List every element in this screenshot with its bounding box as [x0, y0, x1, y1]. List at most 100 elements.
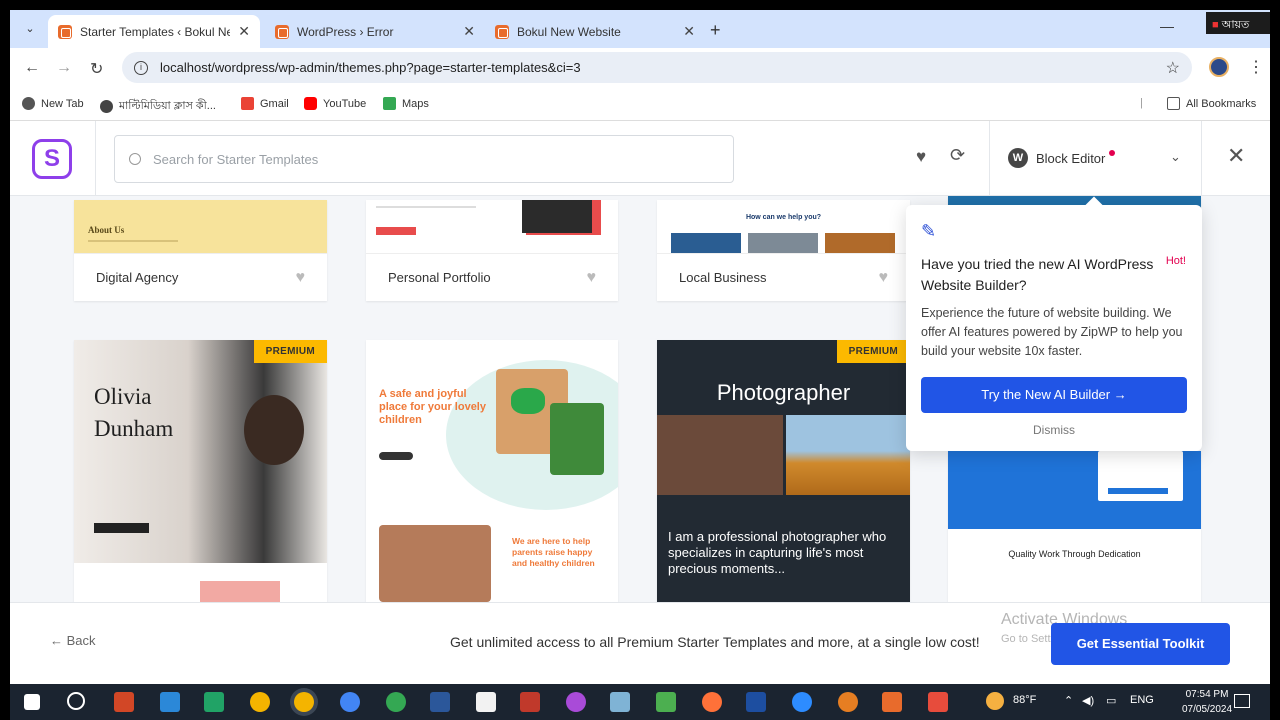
clock-time: 07:54 PM: [1185, 689, 1229, 700]
firefox-icon[interactable]: [702, 692, 722, 712]
notifications-icon[interactable]: [1234, 694, 1250, 708]
favorite-heart-icon[interactable]: ♥: [587, 269, 597, 287]
new-tab-button[interactable]: +: [710, 20, 721, 41]
channel-logo: ■ আয়ত: [1206, 12, 1270, 34]
paint-icon[interactable]: [566, 692, 586, 712]
bookmark-star-icon[interactable]: ☆: [1166, 58, 1180, 78]
template-name: Local Business: [679, 270, 767, 285]
globe-icon: [100, 100, 113, 113]
reload-icon[interactable]: ↻: [90, 59, 103, 79]
chrome-icon[interactable]: [250, 692, 270, 712]
template-card-quality-work[interactable]: Quality Work Through Dedication: [948, 451, 1201, 602]
word-icon[interactable]: [430, 692, 450, 712]
search-icon: [129, 153, 141, 165]
windows-start-icon[interactable]: [24, 694, 40, 710]
favorite-heart-icon[interactable]: ♥: [879, 269, 889, 287]
store-icon[interactable]: [160, 692, 180, 712]
card-footer: Digital Agency ♥: [74, 253, 327, 301]
template-card-kids[interactable]: A safe and joyful place for your lovely …: [366, 340, 618, 602]
maps-icon: [383, 97, 396, 110]
volume-icon[interactable]: ◀): [1082, 694, 1094, 707]
wordpress-favicon-icon: [58, 24, 72, 39]
all-bookmarks[interactable]: All Bookmarks: [1167, 97, 1256, 110]
xampp-icon[interactable]: [882, 692, 902, 712]
premium-badge: PREMIUM: [253, 340, 327, 363]
template-search-box[interactable]: [114, 135, 734, 183]
tab-wordpress-error[interactable]: WordPress › Error ✕: [265, 15, 485, 48]
card-footer: Personal Portfolio ♥: [366, 253, 618, 301]
thumb-heading: How can we help you?: [745, 214, 822, 221]
template-card-photographer[interactable]: Photographer I am a professional photogr…: [657, 340, 910, 602]
close-tab-icon[interactable]: ✕: [463, 23, 475, 40]
app-icon[interactable]: [838, 692, 858, 712]
get-essential-toolkit-button[interactable]: Get Essential Toolkit: [1051, 623, 1230, 665]
editor-icon[interactable]: [656, 692, 676, 712]
youtube-icon: [304, 97, 317, 110]
bookmark-maps[interactable]: Maps: [383, 97, 429, 110]
photo-child-camera: [379, 525, 491, 602]
dismiss-link[interactable]: Dismiss: [921, 423, 1187, 437]
photo-desert: [786, 415, 910, 495]
favorites-heart-icon[interactable]: ♥: [916, 147, 926, 167]
weather-icon[interactable]: [986, 692, 1004, 710]
tab-title: WordPress › Error: [297, 24, 394, 39]
tab-starter-templates[interactable]: Starter Templates ‹ Bokul New W ✕: [48, 15, 260, 48]
back-arrow-icon[interactable]: ←: [24, 59, 40, 77]
tab-strip: ⌄ Starter Templates ‹ Bokul New W ✕ Word…: [10, 10, 1270, 48]
notepad-icon[interactable]: [476, 692, 496, 712]
template-card-personal-portfolio[interactable]: Personal Portfolio ♥: [366, 200, 618, 301]
template-card-digital-agency[interactable]: About Us Digital Agency ♥: [74, 200, 327, 301]
bookmark-gmail[interactable]: Gmail: [241, 97, 289, 110]
template-card-local-business[interactable]: How can we help you? Local Business ♥: [657, 200, 910, 301]
dev-icon[interactable]: [746, 692, 766, 712]
minimize-button[interactable]: —: [1160, 18, 1174, 34]
system-clock[interactable]: 07:54 PM 07/05/2024: [1182, 687, 1232, 717]
camtasia-icon[interactable]: [204, 692, 224, 712]
starter-templates-logo: S: [32, 139, 72, 179]
chrome-profile-2-icon[interactable]: [386, 692, 406, 712]
powerpoint-icon[interactable]: [114, 692, 134, 712]
page-builder-selector[interactable]: W Block Editor: [1008, 148, 1116, 168]
close-tab-icon[interactable]: ✕: [238, 23, 250, 40]
back-button[interactable]: ← Back: [50, 633, 96, 648]
chrome-active-icon[interactable]: [294, 692, 314, 712]
tab-search-button[interactable]: ⌄: [18, 18, 42, 40]
input-language[interactable]: ENG: [1130, 694, 1154, 706]
sync-icon[interactable]: ⟳: [950, 145, 965, 166]
template-thumbnail: About Us: [74, 200, 327, 253]
close-icon[interactable]: ✕: [1227, 143, 1245, 169]
forward-arrow-icon[interactable]: →: [56, 59, 72, 77]
bookmark-multimedia[interactable]: মাল্টিমিডিয়া ক্লাস কী...: [100, 97, 216, 116]
network-icon[interactable]: ▭: [1106, 694, 1116, 707]
template-card-wedding[interactable]: Olivia Dunham PREMIUM: [74, 340, 327, 602]
hot-label: Hot!: [1165, 255, 1186, 267]
bookmarks-bar: New Tab মাল্টিমিডিয়া ক্লাস কী... Gmail …: [10, 88, 1270, 121]
template-thumbnail: How can we help you?: [657, 200, 910, 253]
bookmark-youtube[interactable]: YouTube: [304, 97, 366, 110]
thumb-heading: About Us: [88, 225, 125, 235]
premium-badge: PREMIUM: [836, 340, 910, 363]
chevron-down-icon[interactable]: ⌄: [1170, 149, 1181, 165]
address-bar[interactable]: i localhost/wordpress/wp-admin/themes.ph…: [122, 52, 1192, 83]
tray-overflow-icon[interactable]: ⌃: [1064, 694, 1073, 707]
close-tab-icon[interactable]: ✕: [683, 23, 695, 40]
browser-chrome: ⌄ Starter Templates ‹ Bokul New W ✕ Word…: [10, 10, 1270, 121]
thumb-subheading: We are here to help parents raise happy …: [512, 536, 595, 568]
screen: ⌄ Starter Templates ‹ Bokul New W ✕ Word…: [0, 0, 1280, 720]
tab-bokul-website[interactable]: Bokul New Website ✕: [485, 15, 705, 48]
acrobat-icon[interactable]: [520, 692, 540, 712]
app-header: S ♥ ⟳ W Block Editor ⌄ ✕: [10, 121, 1270, 196]
site-info-icon[interactable]: i: [134, 60, 148, 75]
zoom-icon[interactable]: [792, 692, 812, 712]
search-icon[interactable]: [67, 692, 85, 710]
camtasia-recorder-icon[interactable]: [928, 692, 948, 712]
chrome-profile-icon[interactable]: [340, 692, 360, 712]
bookmark-new-tab[interactable]: New Tab: [22, 97, 84, 110]
browser-menu-icon[interactable]: ⋮: [1248, 57, 1264, 77]
search-input[interactable]: [153, 151, 713, 167]
files-icon[interactable]: [610, 692, 630, 712]
profile-avatar[interactable]: [1209, 57, 1229, 77]
favorite-heart-icon[interactable]: ♥: [296, 269, 306, 287]
try-ai-builder-button[interactable]: Try the New AI Builder →: [921, 377, 1187, 413]
bookmarks-divider: |: [1140, 97, 1143, 109]
